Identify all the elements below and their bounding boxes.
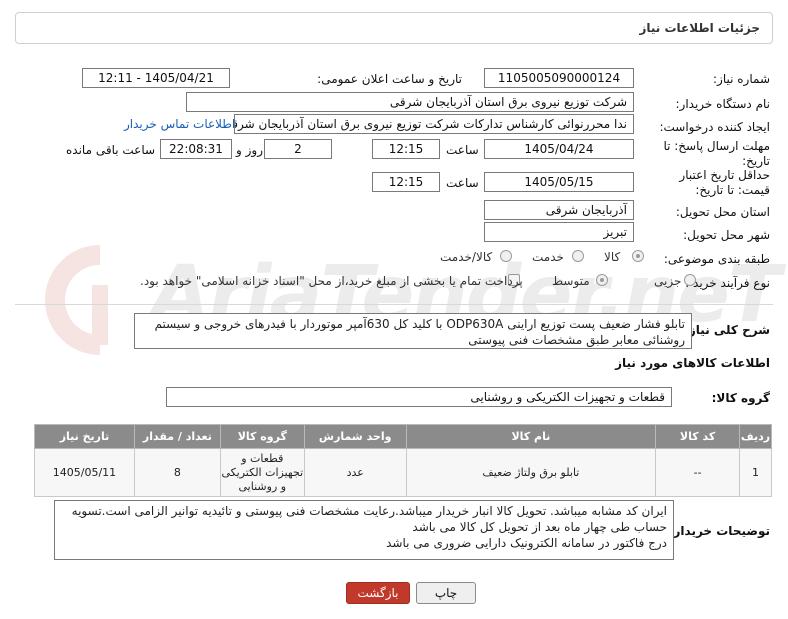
buyer-org-label: نام دستگاه خریدار: — [675, 97, 771, 111]
category-option-both: کالا/خدمت — [440, 250, 493, 264]
category-radio-both[interactable] — [500, 250, 512, 262]
goods-info-title: اطلاعات کالاهای مورد نیاز — [615, 356, 770, 370]
validity-date-field[interactable]: 1405/05/15 — [484, 172, 634, 192]
description-textarea[interactable]: تابلو فشار ضعیف پست توزیع اراینی ODP630A… — [134, 313, 692, 349]
province-field[interactable]: آذربایجان شرقی — [484, 200, 634, 220]
city-label: شهر محل تحویل: — [683, 228, 770, 242]
col-header-quantity: تعداد / مقدار — [133, 424, 221, 449]
cell-unit: عدد — [303, 448, 407, 497]
back-button[interactable]: بازگشت — [346, 582, 410, 604]
col-header-name: نام کالا — [405, 424, 657, 449]
buyer-notes-line: درج فاکتور در سامانه الکترونیک دارایی ضر… — [386, 536, 667, 550]
days-field[interactable]: 2 — [264, 139, 332, 159]
col-header-code: کد کالا — [655, 424, 741, 449]
days-label: روز و — [236, 143, 263, 157]
province-label: استان محل تحویل: — [675, 205, 770, 219]
print-button[interactable]: چاپ — [416, 582, 476, 604]
cell-name: تابلو برق ولتاژ ضعیف — [405, 448, 657, 497]
table-row[interactable]: 1 -- تابلو برق ولتاژ ضعیف عدد قطعات و تج… — [34, 448, 772, 497]
buyer-notes-textarea[interactable]: ایران کد مشابه میباشد. تحویل کالا انبار … — [54, 500, 674, 560]
col-header-row-number: ردیف — [739, 424, 772, 449]
cell-quantity: 8 — [133, 448, 221, 497]
cell-need-date: 1405/05/11 — [34, 448, 135, 497]
category-radio-service[interactable] — [572, 250, 584, 262]
creator-label: ایجاد کننده درخواست: — [659, 120, 770, 134]
divider — [15, 304, 773, 305]
description-label: شرح کلی نیاز: — [684, 323, 770, 337]
need-number-label: شماره نیاز: — [713, 72, 770, 86]
validity-label: حداقل تاریخ اعتبار قیمت: تا تاریخ: — [679, 168, 770, 197]
remaining-time-field[interactable]: 22:08:31 — [160, 139, 232, 159]
page-header: جزئیات اطلاعات نیاز — [15, 12, 773, 44]
reply-date-field[interactable]: 1405/04/24 — [484, 139, 634, 159]
process-radio-medium[interactable] — [596, 274, 608, 286]
buyer-notes-line: ایران کد مشابه میباشد. تحویل کالا انبار … — [71, 504, 667, 518]
buyer-org-field[interactable]: شرکت توزیع نیروی برق استان آذربایجان شرق… — [186, 92, 634, 112]
need-number-field[interactable]: 1105005090000124 — [484, 68, 634, 88]
process-label: نوع فرآیند خرید : — [685, 276, 770, 290]
page-title: جزئیات اطلاعات نیاز — [639, 21, 760, 35]
creator-field[interactable]: ندا محررنوائی کارشناس تدارکات شرکت توزیع… — [234, 114, 634, 134]
cell-row-number: 1 — [739, 448, 772, 497]
reply-time-label: ساعت — [446, 143, 479, 157]
col-header-group: گروه کالا — [219, 424, 305, 449]
validity-time-label: ساعت — [446, 176, 479, 190]
process-option-medium: متوسط — [552, 274, 590, 288]
announce-label: تاریخ و ساعت اعلان عمومی: — [317, 72, 462, 86]
goods-group-label: گروه کالا: — [711, 391, 770, 405]
process-option-partial: جزیی — [654, 274, 682, 288]
city-field[interactable]: تبریز — [484, 222, 634, 242]
category-label: طبقه بندی موضوعی: — [663, 252, 770, 266]
category-option-service: خدمت — [532, 250, 564, 264]
category-option-goods: کالا — [604, 250, 621, 264]
reply-deadline-label: مهلت ارسال پاسخ: تا تاریخ: — [663, 139, 770, 168]
category-radio-goods[interactable] — [632, 250, 644, 262]
page: AriaTender.neT جزئیات اطلاعات نیاز شماره… — [0, 0, 788, 619]
buyer-notes-line: حساب طی چهار ماه بعد از تحویل کل کالا می… — [412, 520, 667, 534]
goods-group-field[interactable]: قطعات و تجهیزات الکتریکی و روشنایی — [166, 387, 672, 407]
remaining-time-label: ساعت باقی مانده — [66, 143, 156, 157]
table-header-row: ردیف کد کالا نام کالا واحد شمارش گروه کا… — [34, 424, 772, 449]
treasury-payment-note: پرداخت تمام یا بخشی از مبلغ خرید،از محل … — [140, 274, 523, 288]
goods-table: ردیف کد کالا نام کالا واحد شمارش گروه کا… — [34, 424, 772, 497]
col-header-unit: واحد شمارش — [303, 424, 407, 449]
validity-time-field[interactable]: 12:15 — [372, 172, 440, 192]
buyer-contact-link[interactable]: اطلاعات تماس خریدار — [124, 117, 235, 131]
process-radio-partial[interactable] — [684, 274, 696, 286]
announce-field[interactable]: 1405/04/21 - 12:11 — [82, 68, 230, 88]
cell-code: -- — [655, 448, 741, 497]
reply-time-field[interactable]: 12:15 — [372, 139, 440, 159]
buyer-notes-label: توضیحات خریدار: — [668, 524, 770, 538]
cell-group: قطعات و تجهیزات الکتریکی و روشنایی — [219, 448, 305, 497]
col-header-need-date: تاریخ نیاز — [34, 424, 135, 449]
